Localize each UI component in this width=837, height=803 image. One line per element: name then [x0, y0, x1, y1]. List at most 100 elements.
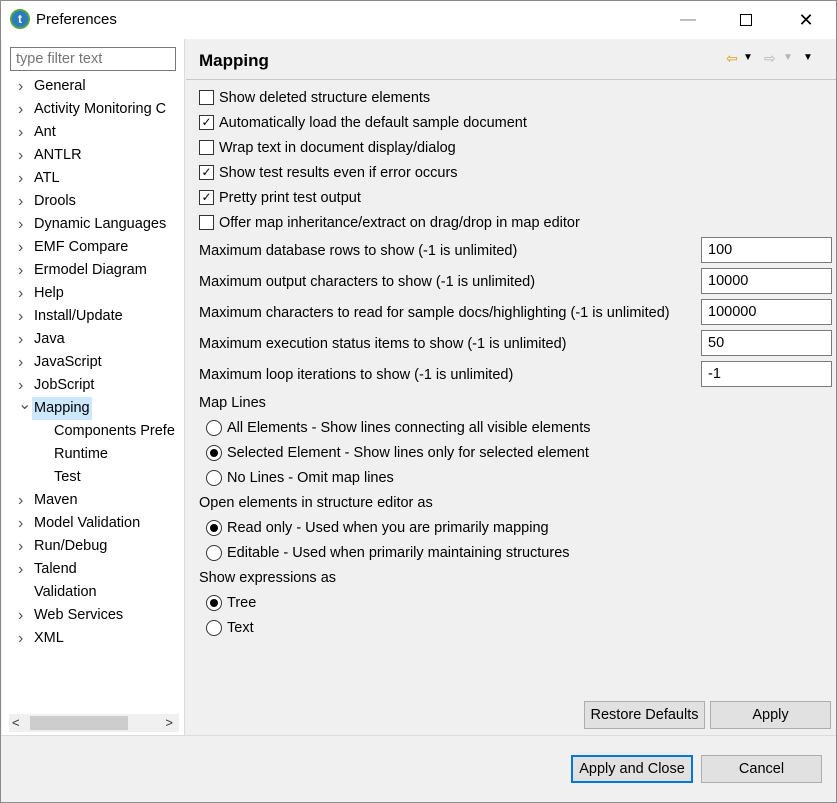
checked-checkbox[interactable]: ✓	[199, 165, 214, 180]
minimize-button[interactable]: —	[665, 1, 711, 39]
tree-item-test[interactable]: Test	[2, 466, 185, 489]
restore-defaults-button[interactable]: Restore Defaults	[584, 701, 705, 729]
radio-label: No Lines - Omit map lines	[227, 470, 394, 486]
tree-item-dynamic-languages[interactable]: › Dynamic Languages	[2, 213, 185, 236]
tree-item-atl[interactable]: › ATL	[2, 167, 185, 190]
cancel-button[interactable]: Cancel	[701, 755, 822, 783]
max-db-rows-input[interactable]	[701, 237, 832, 263]
tree-item-emf-compare[interactable]: › EMF Compare	[2, 236, 185, 259]
scrollbar-thumb[interactable]	[30, 716, 128, 730]
filter-input[interactable]	[10, 47, 176, 71]
chevron-right-icon[interactable]: ›	[18, 328, 30, 351]
forward-dropdown-icon[interactable]: ▼	[783, 49, 793, 67]
selected-radio[interactable]	[206, 445, 222, 461]
chevron-right-icon[interactable]: ›	[18, 627, 30, 650]
chevron-right-icon[interactable]: ›	[18, 98, 30, 121]
chevron-right-icon[interactable]: ›	[18, 489, 30, 512]
tree-item-ant[interactable]: › Ant	[2, 121, 185, 144]
unselected-radio[interactable]	[206, 420, 222, 436]
max-db-rows-label: Maximum database rows to show (-1 is unl…	[199, 243, 518, 259]
tree-item-run-debug[interactable]: › Run/Debug	[2, 535, 185, 558]
tree-item-javascript[interactable]: › JavaScript	[2, 351, 185, 374]
tree-item-install-update[interactable]: › Install/Update	[2, 305, 185, 328]
selected-radio[interactable]	[206, 520, 222, 536]
forward-arrow-icon[interactable]: ⇨	[764, 49, 776, 67]
maximize-button[interactable]	[723, 1, 769, 39]
tree-item-drools[interactable]: › Drools	[2, 190, 185, 213]
tree-item-activity-monitoring-c[interactable]: › Activity Monitoring C	[2, 98, 185, 121]
chevron-down-icon[interactable]: ⌄	[18, 397, 31, 416]
chevron-right-icon[interactable]: ›	[18, 213, 30, 236]
max-sample-chars-input[interactable]	[701, 299, 832, 325]
chevron-right-icon[interactable]: ›	[18, 190, 30, 213]
chevron-right-icon[interactable]: ›	[18, 121, 30, 144]
selected-radio[interactable]	[206, 595, 222, 611]
tree-item-web-services[interactable]: › Web Services	[2, 604, 185, 627]
unselected-radio[interactable]	[206, 545, 222, 561]
tree-item-general[interactable]: › General	[2, 75, 185, 98]
checked-checkbox[interactable]: ✓	[199, 190, 214, 205]
max-loop-iterations-input[interactable]	[701, 361, 832, 387]
apply-and-close-button[interactable]: Apply and Close	[571, 755, 693, 783]
close-button[interactable]: ✕	[783, 1, 829, 39]
checked-checkbox[interactable]: ✓	[199, 115, 214, 130]
chevron-right-icon[interactable]: ›	[18, 374, 30, 397]
tree-item-label: Dynamic Languages	[34, 216, 167, 232]
tree-item-antlr[interactable]: › ANTLR	[2, 144, 185, 167]
back-arrow-icon[interactable]: ⇦	[726, 49, 738, 67]
tree-item-label: JobScript	[34, 377, 95, 393]
max-status-items-input[interactable]	[701, 330, 832, 356]
title-bar: t Preferences — ✕	[1, 1, 836, 39]
unchecked-checkbox[interactable]	[199, 215, 214, 230]
mapping-preferences-page: Mapping ⇦ ▼ ⇨ ▼ ▼ Show deleted structure…	[186, 39, 836, 735]
tree-item-maven[interactable]: › Maven	[2, 489, 185, 512]
tree-item-mapping[interactable]: ⌄ Mapping	[2, 397, 185, 420]
tree-item-jobscript[interactable]: › JobScript	[2, 374, 185, 397]
unchecked-checkbox[interactable]	[199, 140, 214, 155]
chevron-right-icon[interactable]: ›	[18, 144, 30, 167]
unselected-radio[interactable]	[206, 620, 222, 636]
tree-item-label: Java	[34, 331, 65, 347]
chevron-right-icon[interactable]: ›	[18, 75, 30, 98]
chevron-right-icon[interactable]: ›	[18, 604, 30, 627]
show-expressions-group-label: Show expressions as	[199, 570, 337, 586]
preferences-tree: › General › Activity Monitoring C › Ant › ANTLR…	[2, 75, 185, 650]
unchecked-checkbox[interactable]	[199, 90, 214, 105]
chevron-right-icon[interactable]: ›	[18, 558, 30, 581]
back-dropdown-icon[interactable]: ▼	[743, 49, 753, 67]
tree-item-components-prefe[interactable]: Components Prefe	[2, 420, 185, 443]
chevron-right-icon[interactable]: ›	[18, 535, 30, 558]
max-status-items-label: Maximum execution status items to show (…	[199, 336, 567, 352]
tree-item-label: General	[34, 78, 86, 94]
max-output-chars-input[interactable]	[701, 268, 832, 294]
chevron-right-icon[interactable]: ›	[18, 259, 30, 282]
tree-item-label: Validation	[34, 584, 97, 600]
tree-horizontal-scrollbar[interactable]: < >	[9, 714, 179, 732]
tree-item-xml[interactable]: › XML	[2, 627, 185, 650]
tree-item-java[interactable]: › Java	[2, 328, 185, 351]
view-menu-icon[interactable]: ▼	[803, 49, 813, 67]
tree-item-talend[interactable]: › Talend	[2, 558, 185, 581]
chevron-right-icon[interactable]: ›	[18, 305, 30, 328]
scroll-left-icon[interactable]: <	[12, 714, 20, 732]
radio-label: Tree	[227, 595, 257, 611]
tree-item-label: Mapping	[32, 397, 92, 420]
scroll-right-icon[interactable]: >	[165, 714, 173, 732]
tree-item-runtime[interactable]: Runtime	[2, 443, 185, 466]
title-divider	[186, 79, 836, 80]
unselected-radio[interactable]	[206, 470, 222, 486]
tree-item-validation[interactable]: Validation	[2, 581, 185, 604]
chevron-right-icon[interactable]: ›	[18, 167, 30, 190]
tree-item-model-validation[interactable]: › Model Validation	[2, 512, 185, 535]
apply-button[interactable]: Apply	[710, 701, 831, 729]
tree-item-label: Components Prefe	[54, 423, 175, 439]
chevron-right-icon[interactable]: ›	[18, 236, 30, 259]
tree-item-help[interactable]: › Help	[2, 282, 185, 305]
tree-item-label: ATL	[34, 170, 60, 186]
chevron-right-icon[interactable]: ›	[18, 512, 30, 535]
chevron-right-icon[interactable]: ›	[18, 282, 30, 305]
chevron-right-icon[interactable]: ›	[18, 351, 30, 374]
tree-item-label: Activity Monitoring C	[34, 101, 167, 117]
tree-item-label: Install/Update	[34, 308, 123, 324]
tree-item-ermodel-diagram[interactable]: › Ermodel Diagram	[2, 259, 185, 282]
